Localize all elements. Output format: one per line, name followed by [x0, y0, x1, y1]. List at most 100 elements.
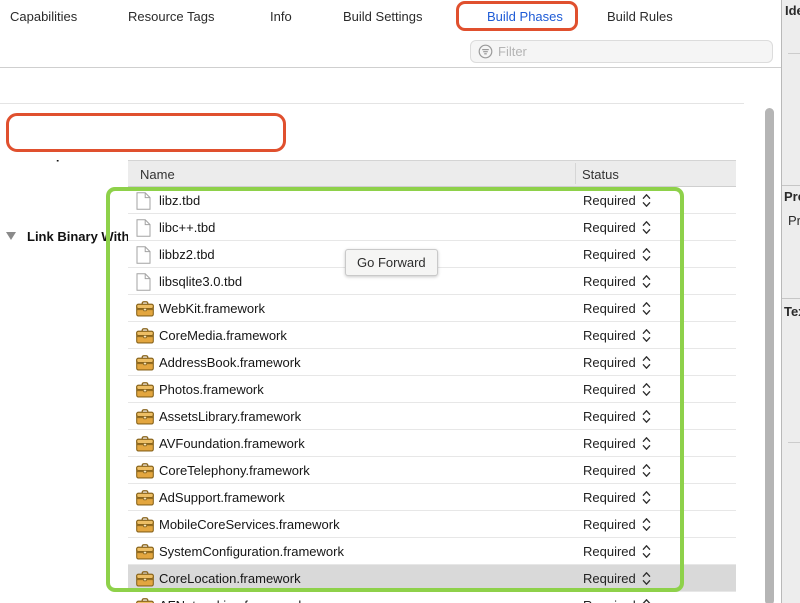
- column-divider: [575, 163, 576, 184]
- status-dropdown[interactable]: Required: [583, 382, 651, 397]
- table-row[interactable]: CoreTelephony.framework Required: [128, 457, 736, 484]
- framework-icon: [136, 408, 154, 425]
- table-row[interactable]: libc++.tbd Required: [128, 214, 736, 241]
- status-dropdown[interactable]: Required: [583, 571, 651, 586]
- library-name: libsqlite3.0.tbd: [159, 274, 242, 289]
- stepper-chevrons-icon: [642, 328, 651, 343]
- stepper-chevrons-icon: [642, 598, 651, 603]
- framework-icon: [136, 516, 154, 533]
- library-name: AdSupport.framework: [159, 490, 285, 505]
- table-row[interactable]: AFNetworking.framework Required: [128, 592, 736, 603]
- status-dropdown[interactable]: Required: [583, 193, 651, 208]
- stepper-chevrons-icon: [642, 220, 651, 235]
- framework-icon: [136, 381, 154, 398]
- library-name: AVFoundation.framework: [159, 436, 305, 451]
- stepper-chevrons-icon: [642, 301, 651, 316]
- library-name: AssetsLibrary.framework: [159, 409, 301, 424]
- tbd-document-icon: [136, 219, 154, 236]
- status-dropdown[interactable]: Required: [583, 220, 651, 235]
- library-name: CoreMedia.framework: [159, 328, 287, 343]
- tab-resource-tags[interactable]: Resource Tags: [128, 9, 214, 24]
- table-row[interactable]: AssetsLibrary.framework Required: [128, 403, 736, 430]
- table-row[interactable]: AdSupport.framework Required: [128, 484, 736, 511]
- stepper-chevrons-icon: [642, 193, 651, 208]
- library-name: AddressBook.framework: [159, 355, 301, 370]
- library-name: AFNetworking.framework: [159, 598, 305, 603]
- inspector-divider: [782, 185, 800, 186]
- table-row[interactable]: libz.tbd Required: [128, 187, 736, 214]
- status-dropdown[interactable]: Required: [583, 247, 651, 262]
- inspector-label-text: Tex: [784, 304, 800, 319]
- inspector-divider: [782, 298, 800, 299]
- table-row[interactable]: AddressBook.framework Required: [128, 349, 736, 376]
- status-dropdown[interactable]: Required: [583, 517, 651, 532]
- framework-icon: [136, 570, 154, 587]
- inspector-divider: [788, 53, 800, 54]
- filter-icon: [478, 44, 493, 59]
- status-dropdown[interactable]: Required: [583, 436, 651, 451]
- library-name: CoreLocation.framework: [159, 571, 301, 586]
- stepper-chevrons-icon: [642, 409, 651, 424]
- libraries-table: Name Status libz.tbd Required: [128, 160, 736, 603]
- library-name: WebKit.framework: [159, 301, 265, 316]
- status-dropdown[interactable]: Required: [583, 490, 651, 505]
- framework-icon: [136, 489, 154, 506]
- stepper-chevrons-icon: [642, 463, 651, 478]
- tab-build-settings[interactable]: Build Settings: [343, 9, 423, 24]
- table-row[interactable]: MobileCoreServices.framework Required: [128, 511, 736, 538]
- library-name: MobileCoreServices.framework: [159, 517, 340, 532]
- section-compile-sources: Compile Sources (3 items) ×: [0, 68, 744, 103]
- table-row[interactable]: SystemConfiguration.framework Required: [128, 538, 736, 565]
- column-header-name: Name: [140, 167, 175, 182]
- tbd-document-icon: [136, 246, 154, 263]
- inspector-divider: [788, 442, 800, 443]
- library-name: libc++.tbd: [159, 220, 215, 235]
- status-dropdown[interactable]: Required: [583, 328, 651, 343]
- section-link-binary: Link Binary With Libraries (30 items) ×: [0, 104, 744, 160]
- stepper-chevrons-icon: [642, 247, 651, 262]
- framework-icon: [136, 543, 154, 560]
- table-row[interactable]: CoreMedia.framework Required: [128, 322, 736, 349]
- library-name: libz.tbd: [159, 193, 200, 208]
- table-row[interactable]: AVFoundation.framework Required: [128, 430, 736, 457]
- stepper-chevrons-icon: [642, 274, 651, 289]
- tab-build-rules[interactable]: Build Rules: [607, 9, 673, 24]
- inspector-panel-strip: Ide Pre Pr Tex: [781, 0, 800, 603]
- stepper-chevrons-icon: [642, 382, 651, 397]
- filter-placeholder: Filter: [498, 44, 527, 59]
- table-header: Name Status: [128, 160, 736, 187]
- status-dropdown[interactable]: Required: [583, 274, 651, 289]
- status-dropdown[interactable]: Required: [583, 355, 651, 370]
- library-name: libbz2.tbd: [159, 247, 215, 262]
- table-row[interactable]: Photos.framework Required: [128, 376, 736, 403]
- filter-input[interactable]: Filter: [470, 40, 773, 63]
- column-header-status: Status: [582, 167, 619, 182]
- filter-bar: Filter: [0, 38, 781, 68]
- status-dropdown[interactable]: Required: [583, 409, 651, 424]
- status-dropdown[interactable]: Required: [583, 598, 651, 603]
- tab-capabilities[interactable]: Capabilities: [10, 9, 77, 24]
- stepper-chevrons-icon: [642, 436, 651, 451]
- vertical-scrollbar[interactable]: [765, 108, 774, 603]
- tooltip-text: Go Forward: [357, 255, 426, 270]
- stepper-chevrons-icon: [642, 517, 651, 532]
- disclosure-triangle-expanded-icon[interactable]: [6, 232, 16, 240]
- framework-icon: [136, 597, 154, 603]
- xcode-build-phases-editor: Capabilities Resource Tags Info Build Setti…: [0, 0, 800, 603]
- status-dropdown[interactable]: Required: [583, 301, 651, 316]
- status-dropdown[interactable]: Required: [583, 463, 651, 478]
- stepper-chevrons-icon: [642, 490, 651, 505]
- inspector-label-pr: Pr: [788, 213, 800, 228]
- framework-icon: [136, 300, 154, 317]
- tbd-document-icon: [136, 273, 154, 290]
- tab-build-phases[interactable]: Build Phases: [487, 9, 563, 24]
- tab-info[interactable]: Info: [270, 9, 292, 24]
- table-row[interactable]: CoreLocation.framework Required: [128, 565, 736, 592]
- library-name: SystemConfiguration.framework: [159, 544, 344, 559]
- table-row[interactable]: WebKit.framework Required: [128, 295, 736, 322]
- editor-tab-bar: Capabilities Resource Tags Info Build Setti…: [0, 0, 781, 39]
- go-forward-tooltip: Go Forward: [345, 249, 438, 276]
- status-dropdown[interactable]: Required: [583, 544, 651, 559]
- tbd-document-icon: [136, 192, 154, 209]
- inspector-label-pre-bold: Pre: [784, 189, 800, 204]
